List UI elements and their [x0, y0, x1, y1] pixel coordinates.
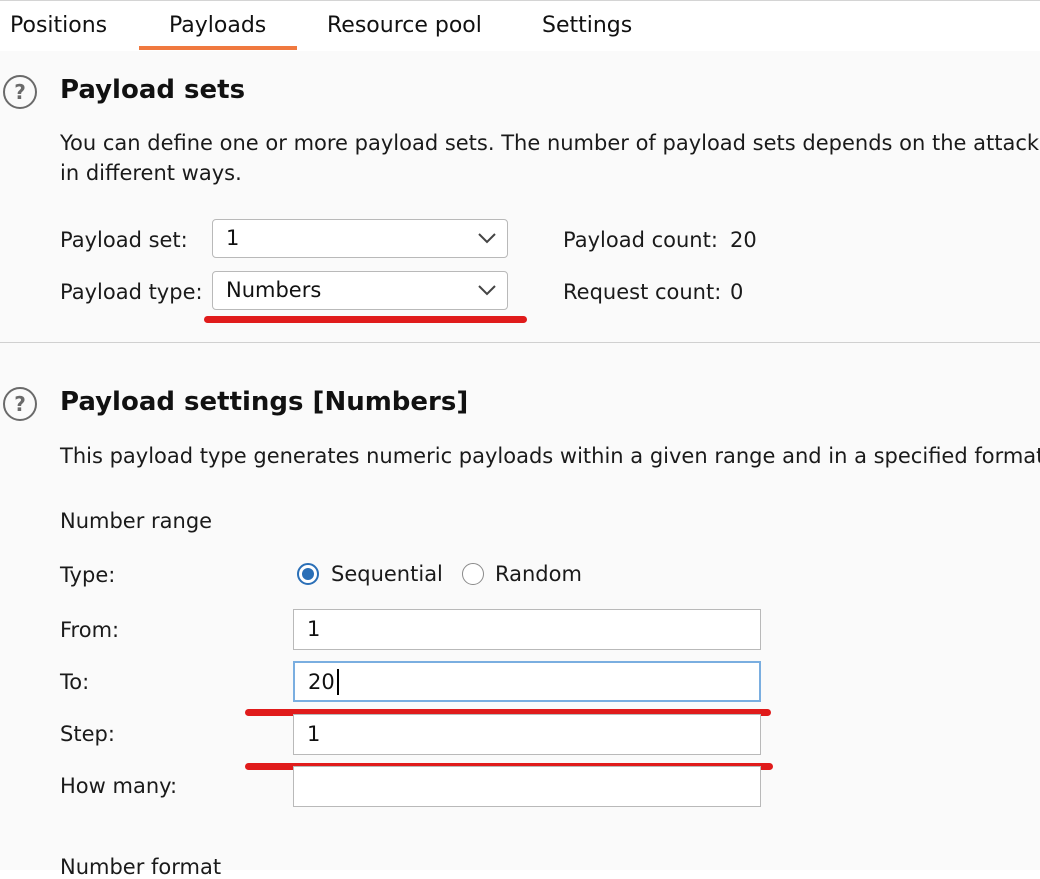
how-many-label: How many:: [60, 774, 178, 798]
type-label: Type:: [60, 563, 116, 587]
request-count-value: 0: [730, 280, 744, 304]
payload-set-value: 1: [226, 226, 240, 250]
from-label: From:: [60, 618, 120, 642]
from-input[interactable]: 1: [293, 609, 761, 650]
tab-bar: Positions Payloads Resource pool Setting…: [0, 0, 1040, 52]
text-cursor: [337, 669, 339, 695]
number-format-label: Number format: [60, 855, 222, 879]
from-value: 1: [307, 617, 321, 641]
tab-settings[interactable]: Settings: [542, 13, 632, 38]
step-input[interactable]: 1: [293, 714, 761, 755]
payload-set-dropdown[interactable]: 1: [212, 219, 508, 258]
question-circle-icon[interactable]: ?: [3, 387, 37, 421]
chevron-down-icon: [478, 233, 496, 244]
payload-sets-heading: Payload sets: [60, 75, 246, 105]
to-value: 20: [308, 670, 335, 694]
tab-positions[interactable]: Positions: [10, 13, 107, 38]
step-value: 1: [307, 722, 321, 746]
active-tab-indicator: [139, 46, 297, 50]
payload-settings-heading: Payload settings [Numbers]: [60, 387, 469, 417]
payload-set-label: Payload set:: [60, 228, 188, 252]
payload-type-value: Numbers: [226, 278, 322, 302]
question-circle-icon[interactable]: ?: [3, 75, 37, 109]
how-many-input[interactable]: [293, 766, 761, 807]
payload-type-label: Payload type:: [60, 280, 203, 304]
payload-sets-description-line1: You can define one or more payload sets.…: [60, 131, 1040, 155]
red-annotation-underline: [204, 316, 527, 323]
payload-count-label: Payload count:: [563, 228, 718, 252]
payload-count-value: 20: [730, 228, 757, 252]
sequential-radio-label[interactable]: Sequential: [331, 562, 443, 586]
sequential-radio[interactable]: [297, 563, 319, 585]
to-label: To:: [60, 670, 90, 694]
payload-type-dropdown[interactable]: Numbers: [212, 271, 508, 310]
number-range-label: Number range: [60, 509, 213, 533]
tab-resource-pool[interactable]: Resource pool: [327, 13, 482, 38]
to-input[interactable]: 20: [293, 661, 761, 702]
step-label: Step:: [60, 722, 115, 746]
random-radio-label[interactable]: Random: [495, 562, 582, 586]
chevron-down-icon: [478, 285, 496, 296]
random-radio[interactable]: [462, 563, 484, 585]
request-count-label: Request count:: [563, 280, 722, 304]
tab-payloads[interactable]: Payloads: [169, 13, 266, 38]
payload-sets-description-line2: in different ways.: [60, 161, 242, 185]
payload-settings-description: This payload type generates numeric payl…: [60, 444, 1040, 468]
